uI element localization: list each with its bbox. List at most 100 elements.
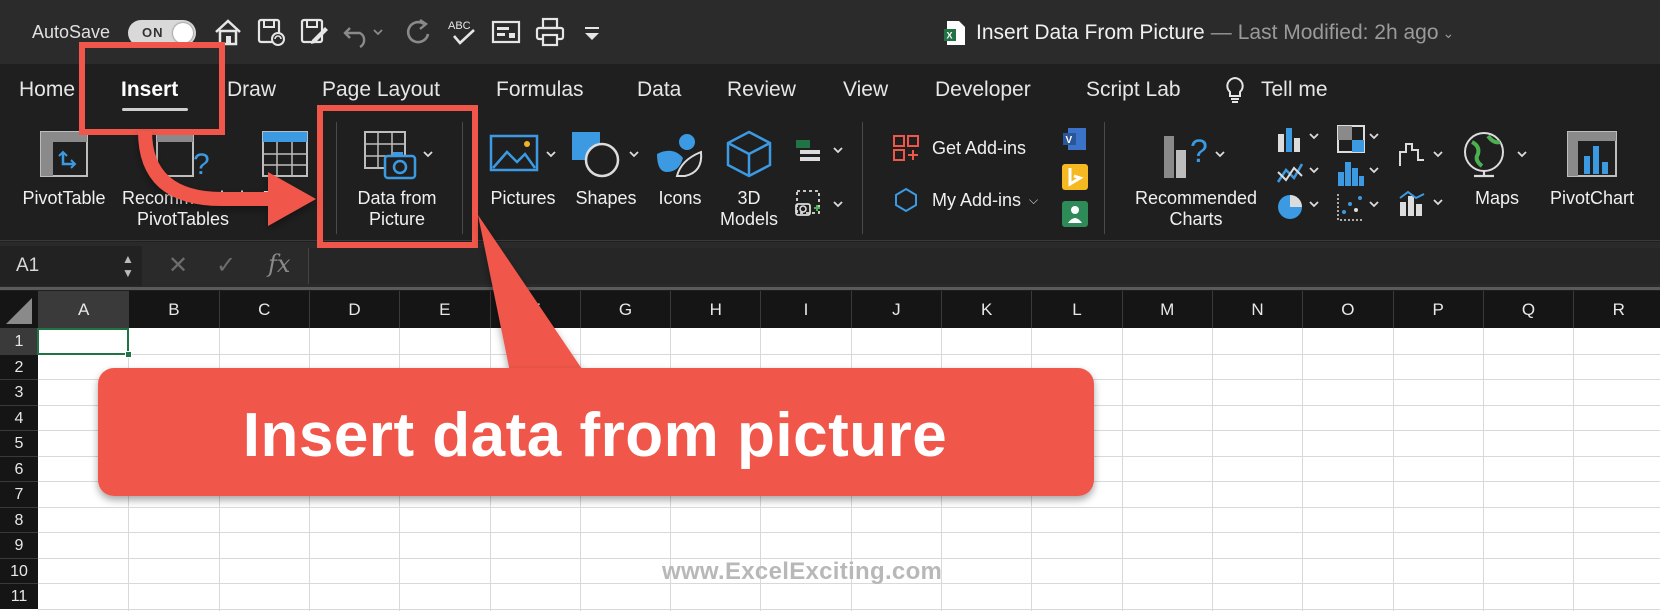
tab-data[interactable]: Data: [637, 78, 681, 102]
row-header-7[interactable]: 7: [0, 481, 38, 507]
document-name: Insert Data From Picture: [976, 21, 1205, 44]
customize-toolbar-icon[interactable]: [582, 16, 602, 48]
column-header-e[interactable]: E: [399, 291, 489, 328]
combo-chart-button[interactable]: [1398, 188, 1448, 223]
row-header-9[interactable]: 9: [0, 532, 38, 558]
tab-developer[interactable]: Developer: [935, 78, 1031, 102]
row-header-8[interactable]: 8: [0, 506, 38, 532]
column-header-q[interactable]: Q: [1482, 291, 1573, 328]
pivottable-button[interactable]: PivotTable: [10, 130, 118, 209]
column-header-a[interactable]: A: [38, 291, 129, 328]
save-sync-icon[interactable]: [255, 16, 287, 48]
pictures-label: Pictures: [490, 188, 556, 208]
row-header-2[interactable]: 2: [0, 353, 38, 379]
column-header-g[interactable]: G: [579, 291, 670, 328]
enter-formula-button[interactable]: ✓: [216, 251, 236, 280]
tab-formulas[interactable]: Formulas: [496, 78, 584, 102]
form-icon[interactable]: [490, 16, 522, 48]
table-button[interactable]: Table: [250, 130, 320, 209]
tab-view[interactable]: View: [843, 78, 888, 102]
bing-maps-button[interactable]: [1062, 164, 1088, 195]
waterfall-chart-button[interactable]: [1398, 140, 1448, 175]
gridline-vertical: [1302, 328, 1304, 611]
autosave-toggle[interactable]: ON: [128, 20, 196, 46]
document-title[interactable]: X Insert Data From Picture — Last Modifi…: [944, 18, 1454, 48]
formula-input[interactable]: [308, 248, 1660, 284]
column-header-k[interactable]: K: [941, 291, 1031, 328]
statistic-chart-button[interactable]: [1336, 158, 1386, 193]
smartart-button[interactable]: [794, 136, 848, 171]
screenshot-button[interactable]: [794, 188, 848, 227]
cancel-formula-button[interactable]: ✕: [168, 251, 188, 280]
pictures-button[interactable]: Pictures: [478, 130, 568, 209]
column-header-f[interactable]: F: [489, 291, 580, 328]
select-all-button[interactable]: [0, 291, 38, 328]
gridline-horizontal: [38, 608, 1660, 610]
pivotchart-button[interactable]: PivotChart: [1540, 130, 1644, 209]
hierarchy-chart-button[interactable]: [1336, 124, 1386, 159]
home-icon[interactable]: [212, 16, 244, 48]
get-addins-button[interactable]: Get Add-ins: [892, 134, 1026, 162]
name-box-stepper-icon[interactable]: ▲ ▼: [122, 252, 134, 280]
redo-icon[interactable]: [402, 16, 434, 48]
column-header-n[interactable]: N: [1211, 291, 1302, 328]
histogram-icon: [1338, 162, 1379, 186]
tab-review[interactable]: Review: [727, 78, 796, 102]
tab-home[interactable]: Home: [19, 78, 75, 102]
column-chart-button[interactable]: [1276, 124, 1326, 159]
fill-handle[interactable]: [125, 351, 132, 358]
recommended-charts-icon: ?: [1164, 133, 1225, 178]
shapes-button[interactable]: Shapes: [566, 130, 646, 209]
line-chart-button[interactable]: [1276, 158, 1326, 193]
gridline-vertical: [1211, 328, 1213, 611]
select-all-icon: [6, 298, 32, 324]
column-header-h[interactable]: H: [670, 291, 760, 328]
column-header-m[interactable]: M: [1121, 291, 1212, 328]
undo-icon[interactable]: [342, 16, 386, 48]
row-header-5[interactable]: 5: [0, 430, 38, 456]
visio-button[interactable]: V: [1062, 126, 1088, 157]
tab-page-layout[interactable]: Page Layout: [322, 78, 440, 102]
row-header-10[interactable]: 10: [0, 557, 38, 583]
people-graph-button[interactable]: [1062, 201, 1088, 232]
tab-insert[interactable]: Insert: [121, 78, 178, 102]
column-header-d[interactable]: D: [308, 291, 399, 328]
column-header-l[interactable]: L: [1031, 291, 1121, 328]
recommended-pivottables-button[interactable]: ? Recommended PivotTables: [116, 130, 250, 230]
recommended-charts-button[interactable]: ? Recommended Charts: [1126, 130, 1266, 230]
row-header-11[interactable]: 11: [0, 583, 38, 609]
column-header-r[interactable]: R: [1573, 291, 1660, 328]
column-header-p[interactable]: P: [1392, 291, 1483, 328]
3d-models-button[interactable]: 3D Models: [712, 130, 786, 230]
tab-tell-me[interactable]: Tell me: [1261, 78, 1328, 102]
smartart-icon: [796, 140, 843, 161]
my-addins-button[interactable]: My Add-ins ⌵: [892, 186, 1038, 214]
pie-chart-button[interactable]: [1276, 192, 1326, 227]
column-header-c[interactable]: C: [218, 291, 309, 328]
column-header-i[interactable]: I: [760, 291, 850, 328]
ribbon-divider: [336, 122, 337, 234]
insert-function-button[interactable]: fx: [268, 250, 290, 278]
row-header-6[interactable]: 6: [0, 455, 38, 481]
ribbon-divider: [462, 122, 463, 234]
tab-draw[interactable]: Draw: [227, 78, 276, 102]
column-header-b[interactable]: B: [128, 291, 218, 328]
get-addins-label: Get Add-ins: [932, 137, 1027, 158]
row-header-3[interactable]: 3: [0, 379, 38, 405]
tab-script-lab[interactable]: Script Lab: [1086, 78, 1181, 102]
name-box[interactable]: A1 ▲ ▼: [0, 246, 142, 286]
people-graph-icon: [1062, 201, 1088, 227]
row-header-4[interactable]: 4: [0, 404, 38, 430]
active-cell-a1[interactable]: [37, 328, 129, 355]
scatter-chart-button[interactable]: [1336, 192, 1386, 227]
column-header-j[interactable]: J: [850, 291, 941, 328]
data-from-picture-icon: [364, 131, 433, 180]
maps-button[interactable]: Maps: [1456, 130, 1538, 209]
spelling-icon[interactable]: ABC: [446, 16, 478, 48]
row-header-1[interactable]: 1: [0, 328, 38, 354]
icons-button[interactable]: Icons: [648, 130, 712, 209]
print-icon[interactable]: [534, 16, 566, 48]
column-header-o[interactable]: O: [1302, 291, 1392, 328]
save-edit-icon[interactable]: [298, 16, 330, 48]
data-from-picture-button[interactable]: Data from Picture: [342, 130, 452, 230]
